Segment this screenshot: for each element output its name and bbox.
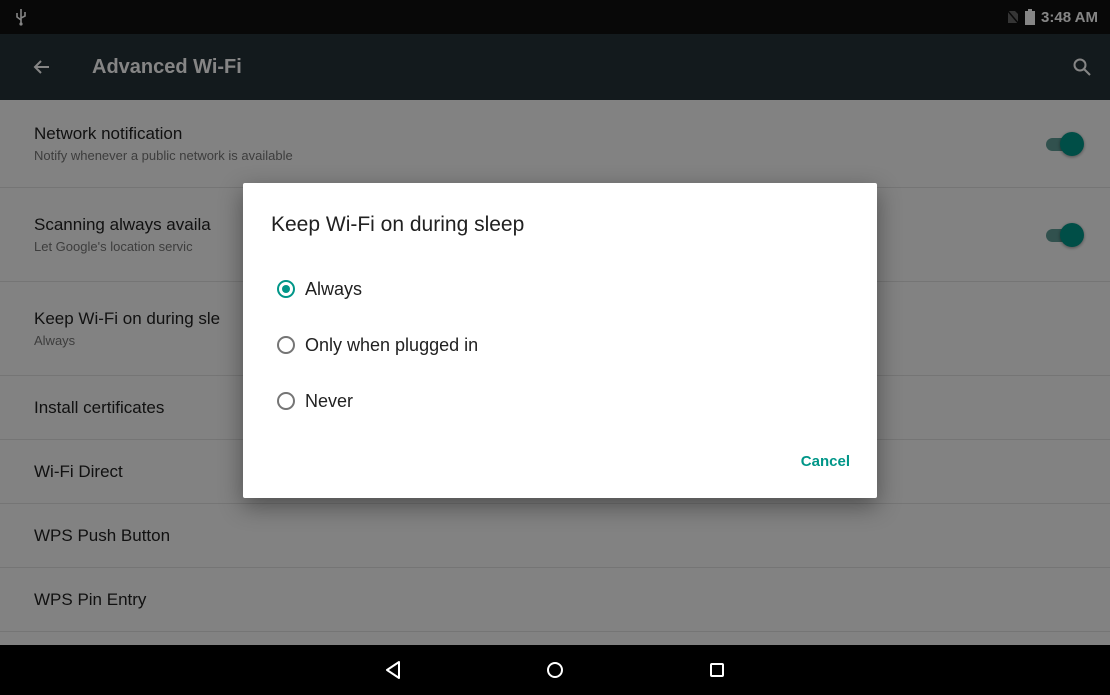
radio-unchecked-icon[interactable] (277, 392, 295, 410)
nav-back-button[interactable] (378, 655, 408, 685)
option-label: Only when plugged in (305, 334, 479, 355)
option-label: Always (305, 278, 363, 299)
radio-group: Always Only when plugged in Never (277, 261, 478, 429)
option-always[interactable]: Always (277, 261, 478, 317)
dialog-title: Keep Wi-Fi on during sleep (271, 213, 525, 236)
option-only-when-plugged-in[interactable]: Only when plugged in (277, 317, 478, 373)
option-label: Never (305, 390, 354, 411)
home-circle-icon (547, 662, 563, 678)
option-never[interactable]: Never (277, 373, 478, 429)
nav-home-button[interactable] (540, 655, 570, 685)
recents-square-icon (710, 663, 724, 677)
radio-checked-icon[interactable] (277, 280, 295, 298)
nav-recents-button[interactable] (702, 655, 732, 685)
back-triangle-icon (386, 661, 400, 679)
cancel-button[interactable]: Cancel (801, 453, 850, 470)
keep-wifi-on-dialog: Keep Wi-Fi on during sleep Always Only w… (243, 183, 877, 498)
navigation-bar (0, 645, 1110, 695)
radio-unchecked-icon[interactable] (277, 336, 295, 354)
